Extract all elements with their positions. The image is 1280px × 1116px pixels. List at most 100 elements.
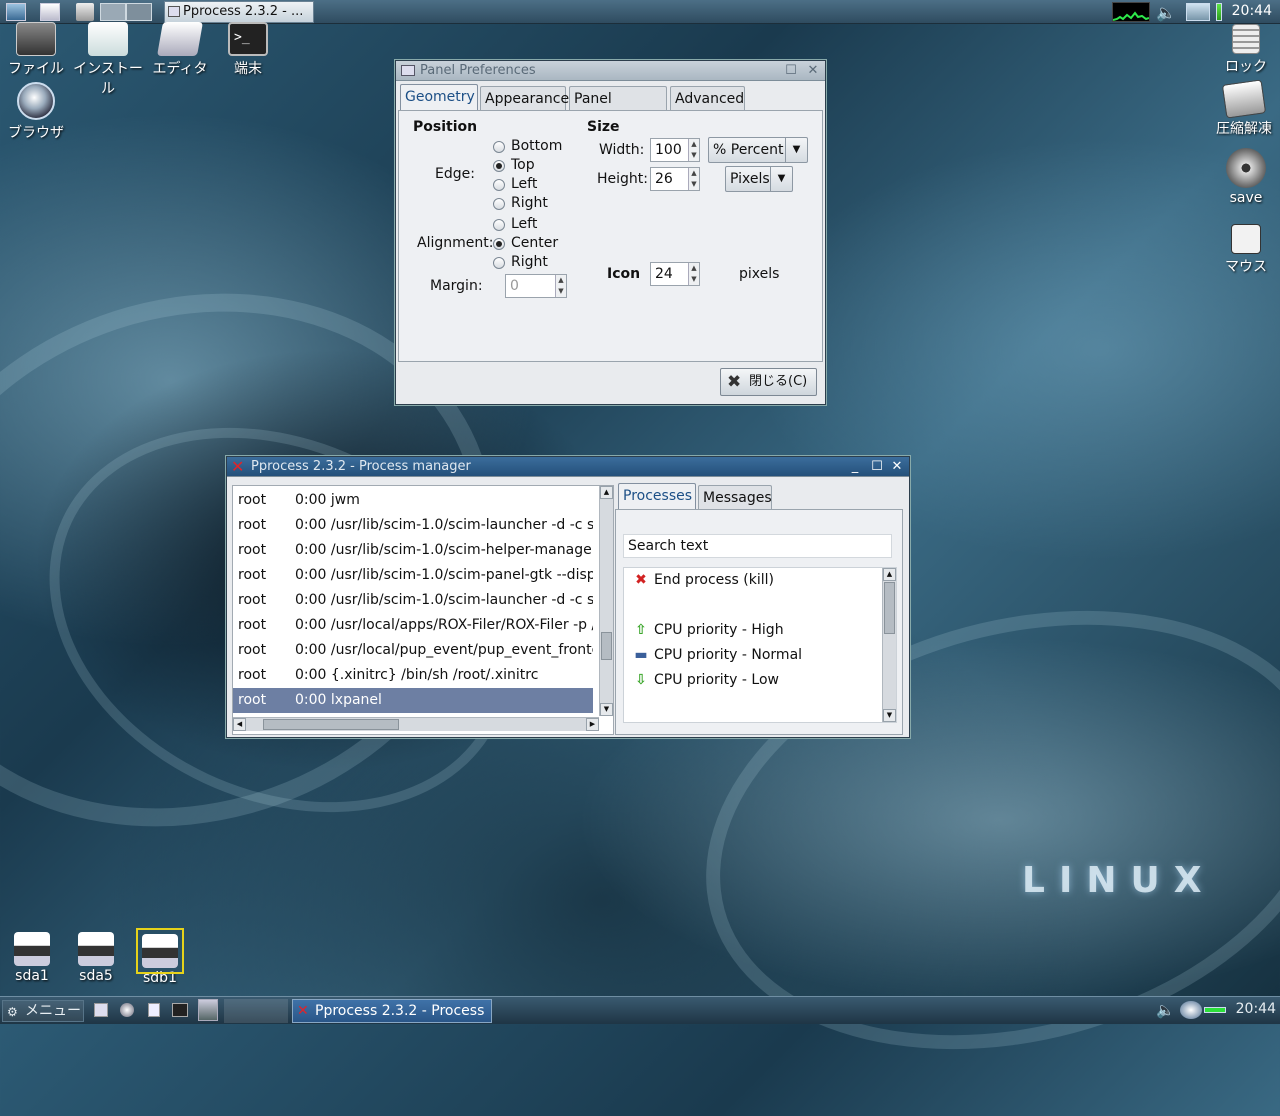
icon-unit-label: pixels <box>739 266 780 282</box>
process-row[interactable]: root 0:00 lxpanel <box>233 688 593 713</box>
process-row[interactable]: root 0:00 /usr/local/pup_event/pup_event_… <box>233 638 593 663</box>
edge-radio-right[interactable] <box>493 198 505 210</box>
spinner-arrows-icon[interactable]: ▲ ▼ <box>688 168 699 190</box>
scroll-right-icon[interactable]: ▶ <box>586 718 599 731</box>
width-spinner[interactable]: 100 ▲ ▼ <box>650 138 700 162</box>
tab-advanced[interactable]: Advanced <box>670 86 745 110</box>
desktop-icon-unzip[interactable]: 圧縮解凍 <box>1208 79 1280 138</box>
launcher-browser-icon[interactable] <box>120 1003 134 1017</box>
desktop-icon-editor[interactable]: エディタ <box>144 22 216 78</box>
launcher-editor-icon[interactable] <box>148 1003 160 1017</box>
alignment-radio-right[interactable] <box>493 257 505 269</box>
show-desktop-icon[interactable] <box>6 3 26 21</box>
pager-desktop-2[interactable] <box>224 999 288 1023</box>
scroll-left-icon[interactable]: ◀ <box>233 718 246 731</box>
process-row[interactable]: root 0:00 /usr/lib/scim-1.0/scim-launcher… <box>233 513 593 538</box>
volume-icon[interactable]: 🔈 <box>1156 1001 1175 1019</box>
alignment-radio-center[interactable] <box>493 238 505 250</box>
actions-vscrollbar[interactable]: ▲ ▼ <box>882 568 896 722</box>
desktop-icon-save[interactable]: save <box>1210 148 1280 206</box>
close-icon: ✖ <box>727 372 742 392</box>
process-list-vscrollbar[interactable]: ▲ ▼ <box>599 486 613 716</box>
desktop-icon-browser[interactable]: ブラウザ <box>0 82 72 142</box>
edge-radio-top[interactable] <box>493 160 505 172</box>
panel-preferences-titlebar[interactable]: Panel Preferences ☐ ✕ <box>396 61 825 81</box>
hard-drive-icon <box>78 932 114 966</box>
process-list[interactable]: root 0:00 jwm root 0:00 /usr/lib/scim-1.0/s… <box>232 485 614 735</box>
height-spinner[interactable]: 26 ▲ ▼ <box>650 167 700 191</box>
spinner-arrows-icon[interactable]: ▲ ▼ <box>555 275 566 297</box>
scroll-thumb[interactable] <box>263 719 399 730</box>
height-unit-dropdown[interactable]: Pixels ▼ <box>725 166 793 192</box>
network-icon[interactable] <box>1186 3 1210 21</box>
search-input[interactable]: Search text <box>623 534 892 558</box>
alignment-option-label: Left <box>511 216 538 232</box>
process-command: 0:00 /usr/lib/scim-1.0/scim-launcher -d … <box>295 592 593 608</box>
process-row[interactable]: root 0:00 /usr/local/apps/ROX-Filer/ROX-F… <box>233 613 593 638</box>
scroll-up-icon[interactable]: ▲ <box>883 568 896 581</box>
printer-icon[interactable] <box>76 3 94 21</box>
action-cpu-low[interactable]: ⇩ CPU priority - Low <box>634 668 779 693</box>
scroll-down-icon[interactable]: ▼ <box>883 709 896 722</box>
desktop-icon-install[interactable]: インストール <box>72 22 144 98</box>
process-row[interactable]: root 0:00 {.xinitrc} /bin/sh /root/.xinit… <box>233 663 593 688</box>
volume-icon[interactable]: 🔈 <box>1156 3 1178 22</box>
launcher-files-icon[interactable] <box>94 1003 108 1017</box>
tab-processes[interactable]: Processes <box>618 483 696 509</box>
pager-desktop-2[interactable] <box>126 3 152 21</box>
start-menu-button[interactable]: ⚙ メニュー <box>2 1000 84 1022</box>
edge-radio-left[interactable] <box>493 179 505 191</box>
drive-icon-sda1[interactable]: sda1 <box>0 932 68 984</box>
hard-drive-icon <box>14 932 50 966</box>
icon-size-spinner[interactable]: 24 ▲ ▼ <box>650 262 700 286</box>
equals-icon: ▬ <box>634 647 648 663</box>
desktop-icon-file[interactable]: ファイル <box>0 22 72 78</box>
scroll-down-icon[interactable]: ▼ <box>600 703 613 716</box>
pprocess-titlebar[interactable]: ✕ Pprocess 2.3.2 - Process manager _ ☐ ✕ <box>227 457 909 477</box>
maximize-button[interactable]: ☐ <box>783 63 799 78</box>
windows-icon[interactable] <box>40 3 60 21</box>
alignment-radio-left[interactable] <box>493 219 505 231</box>
action-cpu-normal[interactable]: ▬ CPU priority - Normal <box>634 643 802 668</box>
maximize-button[interactable]: ☐ <box>869 459 885 474</box>
scroll-thumb[interactable] <box>884 582 895 634</box>
desktop-icon-mouse[interactable]: マウス <box>1210 224 1280 276</box>
window-title: Panel Preferences <box>420 63 536 78</box>
pager-icon[interactable] <box>198 999 218 1021</box>
close-icon[interactable]: ✕ <box>805 63 821 78</box>
tab-messages[interactable]: Messages <box>698 485 772 509</box>
drive-icon-sdb1[interactable]: sdb1 <box>124 928 196 986</box>
scroll-up-icon[interactable]: ▲ <box>600 486 613 499</box>
desktop-icon-lock[interactable]: ロック <box>1210 24 1280 76</box>
action-cpu-high[interactable]: ⇧ CPU priority - High <box>634 618 783 643</box>
process-row[interactable]: root 0:00 jwm <box>233 488 593 513</box>
tab-panel-applets[interactable]: Panel Applets <box>569 86 667 131</box>
network-icon[interactable] <box>1180 1001 1202 1019</box>
process-row[interactable]: root 0:00 /usr/lib/scim-1.0/scim-launcher… <box>233 588 593 613</box>
process-row[interactable]: root 0:00 /usr/lib/scim-1.0/scim-helper-m… <box>233 538 593 563</box>
taskbar-window-button[interactable]: ✕ Pprocess 2.3.2 - Process <box>292 999 492 1023</box>
edge-label: Edge: <box>435 166 475 182</box>
spinner-arrows-icon[interactable]: ▲ ▼ <box>688 263 699 285</box>
editor-icon <box>157 22 203 56</box>
minimize-button[interactable]: _ <box>847 459 863 474</box>
spinner-arrows-icon[interactable]: ▲ ▼ <box>688 139 699 161</box>
close-button[interactable]: ✖ 閉じる(C) <box>720 368 817 396</box>
width-unit-dropdown[interactable]: % Percent ▼ <box>708 137 808 163</box>
geometry-tab-panel: Position Edge: Bottom Top Left Right Ali… <box>398 110 823 362</box>
process-list-hscrollbar[interactable]: ◀ ▶ <box>233 717 599 731</box>
taskbar-window-button[interactable]: Pprocess 2.3.2 - ... <box>164 1 314 23</box>
pager-desktop-1[interactable] <box>100 3 126 21</box>
edge-radio-bottom[interactable] <box>493 141 505 153</box>
close-icon[interactable]: ✕ <box>889 459 905 474</box>
scroll-thumb[interactable] <box>601 632 612 660</box>
tab-appearance[interactable]: Appearance <box>480 86 569 110</box>
margin-value: 0 <box>510 278 519 294</box>
desktop-icon-terminal[interactable]: >_ 端末 <box>212 22 284 78</box>
process-row[interactable]: root 0:00 /usr/lib/scim-1.0/scim-panel-gt… <box>233 563 593 588</box>
tab-geometry[interactable]: Geometry <box>400 84 478 110</box>
launcher-terminal-icon[interactable] <box>172 1003 188 1017</box>
action-end-process[interactable]: ✖ End process (kill) <box>634 568 774 593</box>
margin-spinner[interactable]: 0 ▲ ▼ <box>505 274 567 298</box>
drive-icon-sda5[interactable]: sda5 <box>60 932 132 984</box>
